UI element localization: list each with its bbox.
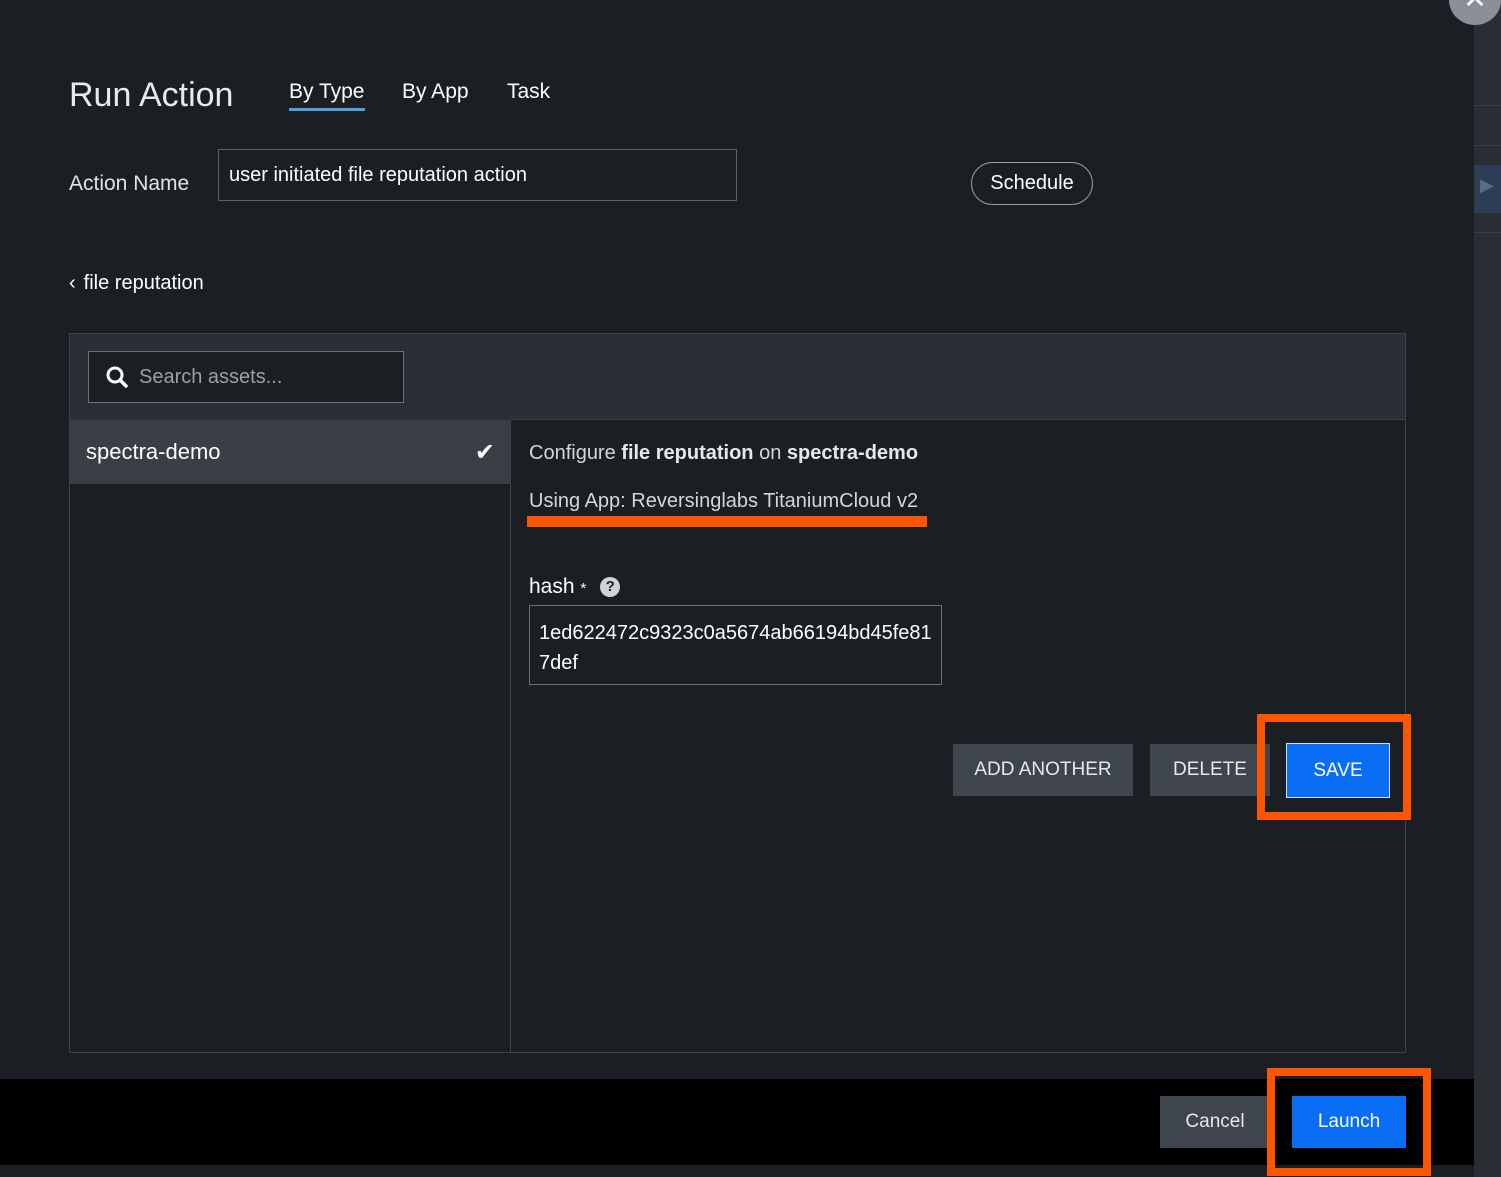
tab-by-type[interactable]: By Type [289,80,365,111]
action-name-label: Action Name [69,172,190,195]
asset-name: spectra-demo [86,439,221,464]
config-header [511,334,1405,420]
highlight-underline [527,516,927,527]
search-placeholder: Search assets... [139,365,283,388]
search-assets-input[interactable]: Search assets... [88,351,404,403]
play-icon: ▶ [1474,165,1501,213]
tab-by-app[interactable]: By App [402,80,469,108]
save-button[interactable]: SAVE [1286,743,1390,798]
close-icon: ✕ [1463,0,1486,15]
asset-item[interactable]: spectra-demo ✔ [70,420,511,484]
tab-task[interactable]: Task [507,80,550,108]
config-panel: Search assets... spectra-demo ✔ Configur… [69,333,1411,1053]
cancel-button[interactable]: Cancel [1160,1096,1270,1148]
back-label: file reputation [83,272,204,294]
delete-button[interactable]: DELETE [1150,744,1270,796]
dialog-title: Run Action [69,76,234,114]
using-app-label: Using App: Reversinglabs TitaniumCloud v… [529,490,919,512]
add-another-button[interactable]: ADD ANOTHER [953,744,1133,796]
checkmark-icon: ✔ [474,438,495,466]
chevron-left-icon: ‹ [69,272,76,294]
back-link[interactable]: ‹ file reputation [69,272,204,295]
asset-list-header: Search assets... [70,334,511,420]
schedule-button[interactable]: Schedule [971,162,1093,205]
configure-heading: Configure file reputation on spectra-dem… [529,442,919,464]
hash-textarea[interactable]: 1ed622472c9323c0a5674ab66194bd45fe817def [529,605,942,685]
help-icon[interactable]: ? [600,576,621,597]
background-page-strip: ▶ [1474,0,1501,1177]
action-name-input[interactable]: user initiated file reputation action [218,149,737,201]
search-icon [106,366,128,388]
hash-label: hash *? [529,575,621,599]
launch-button[interactable]: Launch [1292,1096,1406,1148]
